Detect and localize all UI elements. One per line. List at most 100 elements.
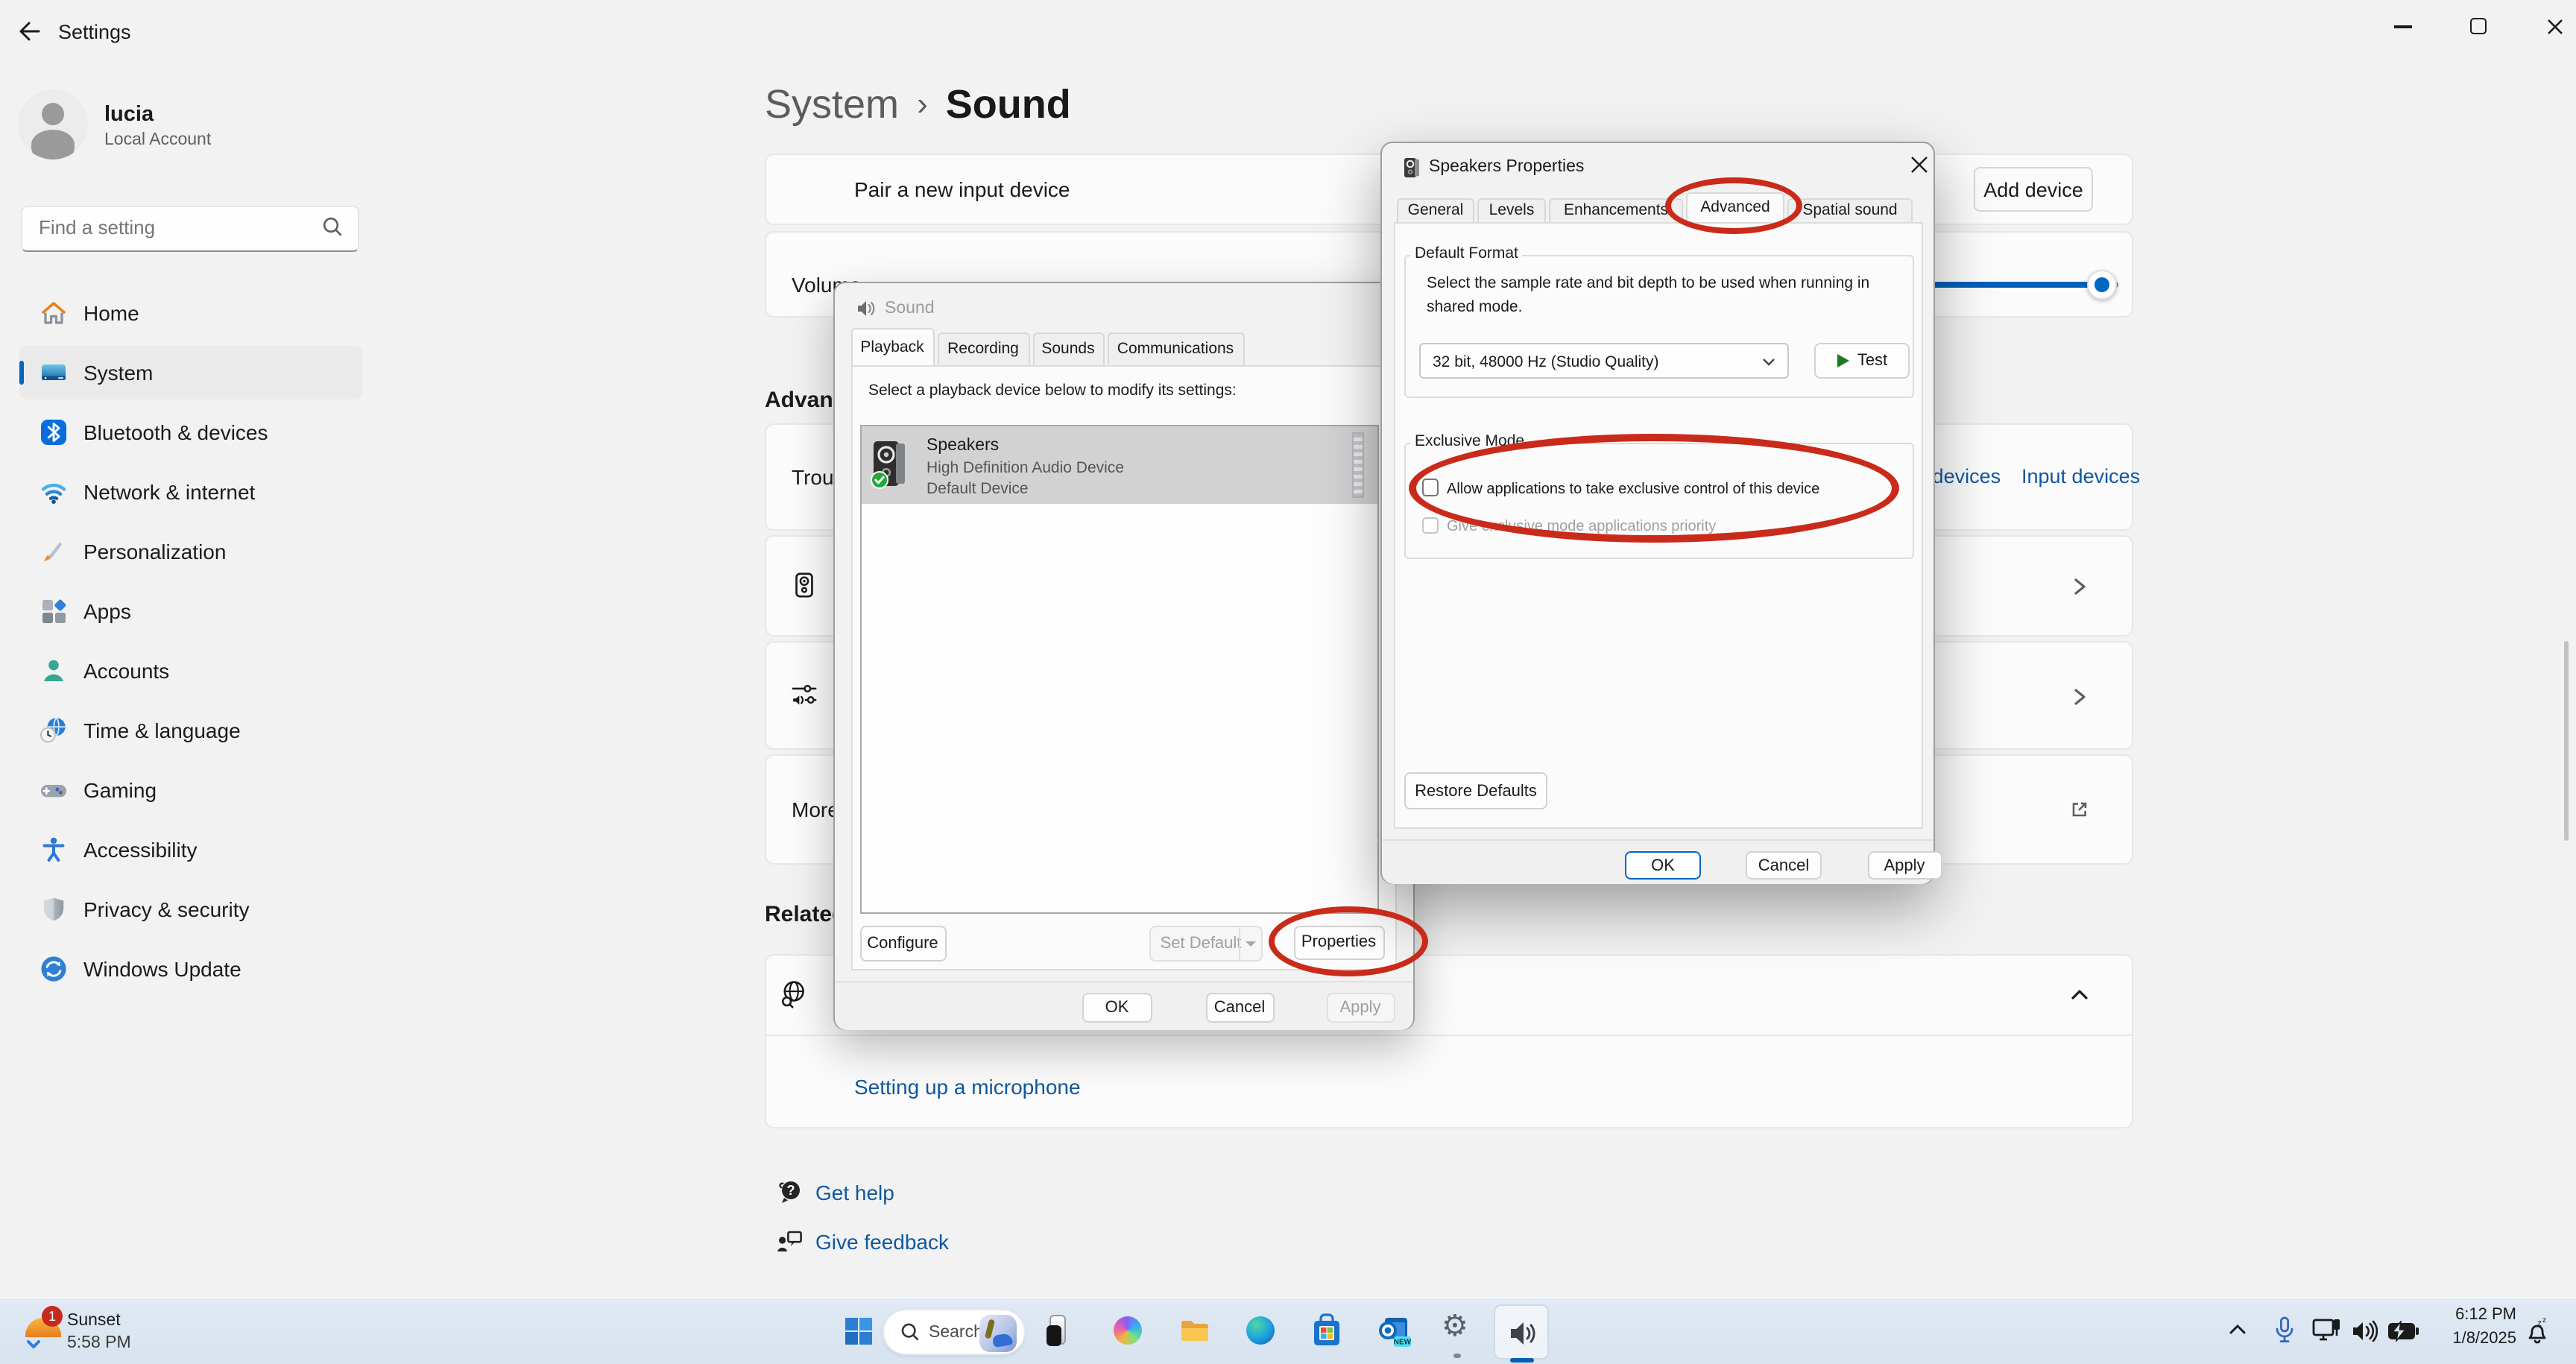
time-language-icon — [39, 716, 69, 745]
sound-dialog-title: Sound — [885, 301, 935, 318]
sidebar-item-privacy[interactable]: Privacy & security — [19, 883, 362, 936]
allow-exclusive-checkbox[interactable] — [1421, 479, 1439, 496]
search-icon — [900, 1322, 921, 1343]
sidebar-item-accessibility[interactable]: Accessibility — [19, 823, 362, 877]
tab-levels[interactable]: Levels — [1477, 198, 1546, 221]
speaker-device-icon — [868, 440, 909, 490]
start-button[interactable] — [844, 1316, 874, 1346]
network-icon — [39, 477, 69, 507]
priority-label: Give exclusive mode applications priorit… — [1447, 520, 1716, 535]
restore-defaults-button[interactable]: Restore Defaults — [1404, 772, 1547, 809]
maximize-button[interactable] — [2470, 18, 2487, 34]
tray-clock[interactable]: 6:12 PM 1/8/2025 — [2427, 1307, 2516, 1355]
format-dropdown[interactable]: 32 bit, 48000 Hz (Studio Quality) — [1419, 343, 1789, 379]
tray-expand-icon[interactable] — [2227, 1321, 2248, 1339]
running-indicator-dot — [1453, 1353, 1461, 1357]
weather-chevron-icon — [27, 1340, 40, 1349]
allow-exclusive-label[interactable]: Allow applications to take exclusive con… — [1447, 482, 1819, 497]
taskbar-app-settings[interactable]: ⚙ — [1442, 1312, 1474, 1348]
sidebar-item-time-language[interactable]: Time & language — [19, 704, 362, 757]
sidebar-item-windows-update[interactable]: Windows Update — [19, 942, 362, 996]
exclusive-mode-group — [1404, 443, 1914, 559]
taskbar-app-edge[interactable] — [1246, 1316, 1276, 1346]
set-default-arrow[interactable] — [1238, 927, 1260, 960]
tray-battery-charging-icon[interactable] — [2387, 1321, 2419, 1342]
close-button[interactable] — [2546, 18, 2564, 36]
help-card-divider — [766, 1035, 2132, 1036]
sidebar-item-bluetooth[interactable]: Bluetooth & devices — [19, 405, 362, 459]
avatar-head — [42, 103, 64, 125]
privacy-shield-icon — [39, 894, 69, 924]
test-button[interactable]: Test — [1814, 343, 1910, 379]
device-status: Default Device — [926, 481, 1029, 497]
tab-recording[interactable]: Recording — [937, 332, 1029, 364]
add-device-button[interactable]: Add device — [1974, 167, 2093, 212]
sidebar-item-gaming[interactable]: Gaming — [19, 763, 362, 817]
setup-microphone-link[interactable]: Setting up a microphone — [854, 1076, 1081, 1097]
device-row-speakers[interactable]: Speakers High Definition Audio Device De… — [861, 426, 1377, 504]
properties-button[interactable]: Properties — [1293, 925, 1384, 960]
tab-playback[interactable]: Playback — [850, 327, 934, 365]
tab-spatial-sound[interactable]: Spatial sound — [1787, 198, 1913, 221]
properties-ok-button[interactable]: OK — [1625, 851, 1701, 880]
avatar[interactable] — [18, 89, 88, 160]
taskbar-app-store[interactable] — [1312, 1313, 1342, 1348]
taskbar-app-file-explorer[interactable] — [1179, 1316, 1210, 1346]
taskbar-search[interactable]: Search — [883, 1308, 1026, 1354]
sound-apply-button[interactable]: Apply — [1326, 992, 1395, 1023]
sidebar-item-home[interactable]: Home — [19, 286, 362, 340]
taskbar-app-copilot[interactable] — [1114, 1316, 1143, 1346]
tab-advanced[interactable]: Advanced — [1686, 192, 1784, 221]
weather-widget[interactable]: 1 Sunset 5:58 PM — [12, 1301, 206, 1363]
search-input[interactable] — [39, 216, 300, 239]
system-icon — [39, 358, 69, 388]
device-level-meter — [1351, 432, 1363, 498]
tray-microphone-icon[interactable] — [2273, 1316, 2296, 1346]
device-description: High Definition Audio Device — [926, 461, 1124, 476]
minimize-button[interactable] — [2394, 25, 2412, 28]
taskbar-app-sound-active[interactable] — [1494, 1304, 1549, 1359]
tab-enhancements[interactable]: Enhancements — [1549, 198, 1683, 221]
taskbar-app-monochrome[interactable] — [1046, 1315, 1076, 1348]
taskbar-app-outlook[interactable]: NEW — [1377, 1315, 1412, 1348]
sidebar-item-system[interactable]: System — [19, 346, 362, 400]
search-icon[interactable] — [322, 216, 344, 239]
tray-notification-bell-icon[interactable]: zz — [2524, 1316, 2551, 1346]
volume-slider-thumb[interactable] — [2087, 270, 2117, 300]
tab-sounds[interactable]: Sounds — [1032, 332, 1104, 364]
back-button[interactable] — [15, 16, 48, 49]
account-name: lucia — [104, 104, 154, 126]
get-help-link[interactable]: Get help — [815, 1182, 894, 1203]
input-devices-link[interactable]: Input devices — [2021, 467, 2140, 487]
sidebar-item-personalization[interactable]: Personalization — [19, 525, 362, 578]
external-link-icon — [2069, 799, 2090, 820]
collapse-chevron-icon[interactable] — [2069, 987, 2090, 1002]
configure-button[interactable]: Configure — [859, 926, 946, 962]
set-default-button[interactable]: Set Default — [1149, 926, 1262, 962]
windows-update-icon — [39, 954, 69, 984]
search-highlight-image[interactable] — [979, 1314, 1017, 1351]
give-feedback-link[interactable]: Give feedback — [815, 1231, 949, 1252]
dialog-close-icon[interactable] — [1909, 155, 1928, 174]
sidebar-item-accounts[interactable]: Accounts — [19, 644, 362, 698]
default-format-description-1: Select the sample rate and bit depth to … — [1427, 276, 1869, 291]
accessibility-icon — [39, 835, 69, 865]
breadcrumb-parent[interactable]: System — [765, 81, 899, 127]
scrollbar-thumb[interactable] — [2564, 641, 2569, 841]
tab-communications[interactable]: Communications — [1107, 332, 1244, 364]
properties-apply-button[interactable]: Apply — [1867, 851, 1942, 880]
tab-general[interactable]: General — [1397, 198, 1474, 221]
tray-network-icon[interactable] — [2312, 1318, 2342, 1345]
sound-cancel-button[interactable]: Cancel — [1205, 992, 1274, 1023]
priority-checkbox[interactable] — [1421, 517, 1439, 534]
accounts-icon — [39, 656, 69, 686]
avatar-body — [31, 130, 75, 160]
tray-volume-icon[interactable] — [2351, 1319, 2378, 1343]
tray-date: 1/8/2025 — [2427, 1331, 2516, 1348]
properties-cancel-button[interactable]: Cancel — [1746, 851, 1822, 880]
selected-indicator — [19, 361, 24, 385]
sidebar-item-apps[interactable]: Apps — [19, 584, 362, 638]
sound-ok-button[interactable]: OK — [1082, 992, 1152, 1023]
sidebar-item-network[interactable]: Network & internet — [19, 465, 362, 519]
settings-gear-icon: ⚙ — [1442, 1310, 1468, 1343]
